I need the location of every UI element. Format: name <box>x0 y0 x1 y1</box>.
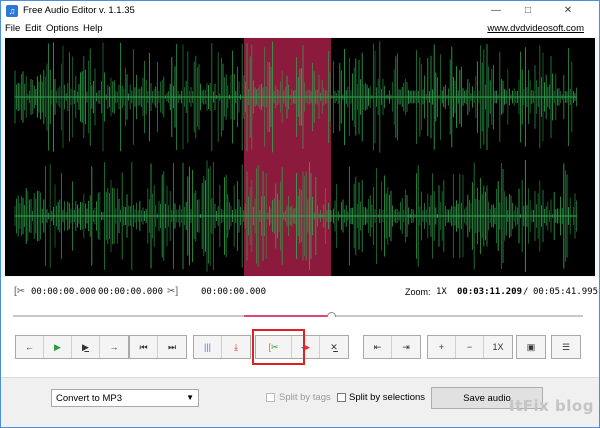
split-by-selections-label: Split by selections <box>349 392 426 403</box>
skip-end-icon[interactable]: ⏭ <box>158 336 186 358</box>
zoom-reset-button[interactable]: 1X <box>484 336 512 358</box>
settings-icon[interactable]: ☰ <box>552 336 580 358</box>
delete-icon[interactable]: ✕̲ <box>320 336 348 358</box>
total-time: 00:05:41.995 <box>533 287 599 297</box>
title-bar: ♫ Free Audio Editor v. 1.1.35 — □ ✕ <box>1 1 599 21</box>
image-icon[interactable]: ▣ <box>517 336 545 358</box>
step-back-icon[interactable]: ← <box>16 336 44 358</box>
zoom-value: 1X <box>436 287 447 297</box>
cut-point-icon: ✂] <box>167 286 179 297</box>
play-icon[interactable]: ▶ <box>44 336 72 358</box>
waveform-display[interactable] <box>5 38 595 276</box>
waveform-panel[interactable] <box>5 38 595 276</box>
jump-group: ⇤ ⇥ <box>363 335 421 359</box>
skip-start-icon[interactable]: ⏮ <box>130 336 158 358</box>
menu-help[interactable]: Help <box>83 23 103 34</box>
zoom-group: + − 1X <box>427 335 513 359</box>
split-by-tags-checkbox[interactable] <box>266 393 275 402</box>
menu-edit[interactable]: Edit <box>25 23 41 34</box>
go-end-icon[interactable]: ⇥ <box>392 336 420 358</box>
playback-group: ← ▶ ▶̲ → <box>15 335 129 359</box>
app-window: ♫ Free Audio Editor v. 1.1.35 — □ ✕ File… <box>0 0 600 428</box>
chevron-down-icon: ▼ <box>186 393 194 402</box>
step-forward-icon[interactable]: → <box>100 336 128 358</box>
split-by-selections-checkbox[interactable] <box>337 393 346 402</box>
split-marker-icon[interactable]: | | | <box>194 336 222 358</box>
settings-group: ☰ <box>551 335 581 359</box>
cut-point-time: 00:00:00.000 <box>201 287 267 297</box>
format-select[interactable]: Convert to MP3 ▼ <box>51 389 199 407</box>
window-title: Free Audio Editor v. 1.1.35 <box>23 5 135 16</box>
minimize-button[interactable]: — <box>481 1 511 21</box>
down-marker-icon[interactable]: ⤓ <box>222 336 250 358</box>
split-by-tags-label: Split by tags <box>279 392 331 403</box>
app-logo-icon: ♫ <box>6 5 18 17</box>
selection-end-time: 00:00:00.000 <box>98 287 164 297</box>
go-start-icon[interactable]: ⇤ <box>364 336 392 358</box>
selection-start-time: 00:00:00.000 <box>31 287 97 297</box>
menu-file[interactable]: File <box>5 23 20 34</box>
watermark-text: ItFix blog <box>509 397 594 415</box>
zoom-out-icon[interactable]: − <box>456 336 484 358</box>
navigation-group: ⏮ ⏭ <box>129 335 187 359</box>
current-time: 00:03:11.209 <box>457 287 523 297</box>
zoom-in-icon[interactable]: + <box>428 336 456 358</box>
markers-group: | | | ⤓ <box>193 335 251 359</box>
website-link[interactable]: www.dvdvideosoft.com <box>487 23 584 34</box>
image-group: ▣ <box>516 335 546 359</box>
maximize-button[interactable]: □ <box>513 1 543 21</box>
close-button[interactable]: ✕ <box>553 1 583 21</box>
time-separator: / <box>523 287 529 297</box>
play-selection-icon[interactable]: ▶̲ <box>72 336 100 358</box>
menu-bar: File Edit Options Help www.dvdvideosoft.… <box>1 21 599 37</box>
menu-options[interactable]: Options <box>46 23 79 34</box>
selection-start-icon: [✂ <box>14 286 26 297</box>
format-select-value: Convert to MP3 <box>56 393 122 404</box>
zoom-label: Zoom: <box>405 287 431 297</box>
time-info-bar: [✂ 00:00:00.000 00:00:00.000 ✂] 00:00:00… <box>1 277 599 321</box>
cut-button-highlight <box>252 329 305 365</box>
